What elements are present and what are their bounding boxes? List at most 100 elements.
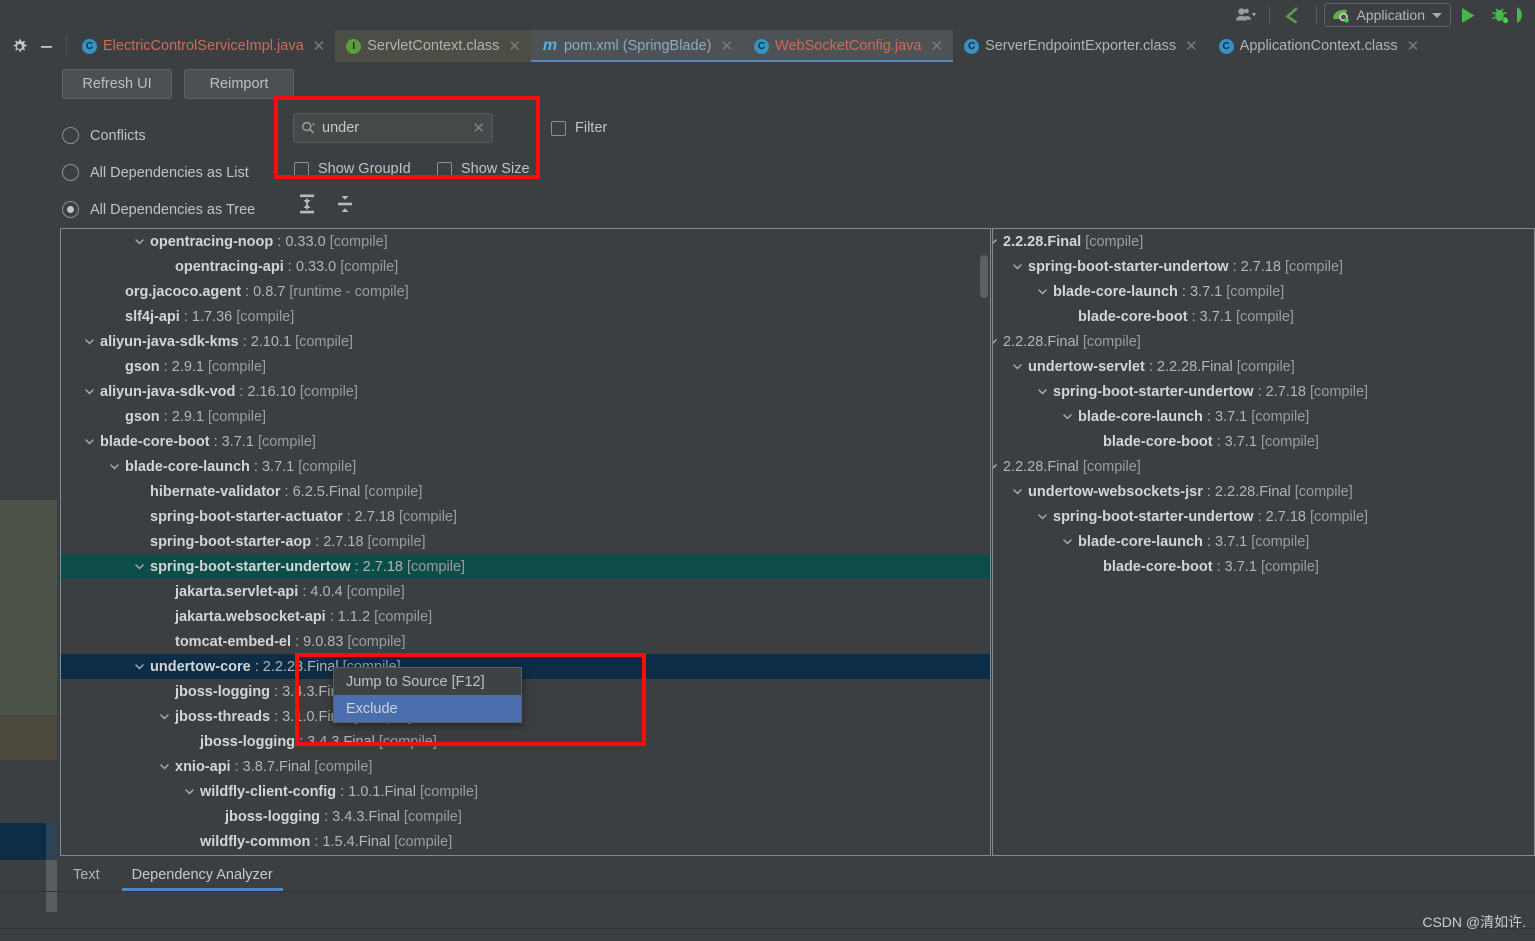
filter-checkbox[interactable]: Filter bbox=[551, 120, 607, 136]
chevron-down-icon[interactable] bbox=[109, 461, 120, 472]
editor-tab-3[interactable]: CWebSocketConfig.java✕ bbox=[743, 30, 953, 62]
show-size-checkbox[interactable]: Show Size bbox=[437, 161, 530, 177]
tree-row[interactable]: aliyun-java-sdk-vod : 2.16.10 [compile] bbox=[61, 379, 990, 404]
chevron-down-icon[interactable] bbox=[84, 336, 95, 347]
minimize-icon[interactable] bbox=[33, 34, 60, 58]
tree-row[interactable]: org.jacoco.agent : 0.8.7 [runtime - comp… bbox=[61, 279, 990, 304]
user-profile-icon[interactable] bbox=[1230, 3, 1262, 27]
chevron-down-icon[interactable] bbox=[84, 436, 95, 447]
tree-row[interactable]: undertow-core : 2.2.28.Final [compile] bbox=[61, 654, 990, 679]
navigate-back-icon[interactable] bbox=[1277, 3, 1309, 27]
tree-row[interactable]: xnio-api : 3.8.7.Final [compile] bbox=[61, 754, 990, 779]
tree-row[interactable]: jakarta.servlet-api : 4.0.4 [compile] bbox=[61, 579, 990, 604]
tree-row[interactable]: blade-core-launch : 3.7.1 [compile] bbox=[993, 529, 1534, 554]
context-menu-item-1[interactable]: Exclude bbox=[334, 695, 521, 722]
editor-tab-0[interactable]: CElectricControlServiceImpl.java✕ bbox=[71, 30, 335, 62]
show-groupid-checkbox[interactable]: Show GroupId bbox=[294, 161, 411, 177]
tree-row[interactable]: spring-boot-starter-undertow : 2.7.18 [c… bbox=[993, 504, 1534, 529]
chevron-down-icon[interactable] bbox=[993, 336, 998, 347]
chevron-down-icon[interactable] bbox=[1012, 261, 1023, 272]
tree-row[interactable]: spring-boot-starter-undertow : 2.7.18 [c… bbox=[61, 554, 990, 579]
tree-row[interactable]: blade-core-boot : 3.7.1 [compile] bbox=[993, 554, 1534, 579]
expand-all-icon[interactable] bbox=[297, 193, 317, 215]
tree-row[interactable]: jboss-logging : 3.4.3.Final [compile] bbox=[61, 804, 990, 829]
context-menu-item-0[interactable]: Jump to Source [F12] bbox=[334, 668, 521, 695]
chevron-down-icon[interactable] bbox=[134, 236, 145, 247]
chevron-down-icon[interactable] bbox=[1037, 386, 1048, 397]
bottom-tab-dependency-analyzer[interactable]: Dependency Analyzer bbox=[116, 867, 289, 891]
tree-row[interactable]: gson : 2.9.1 [compile] bbox=[61, 354, 990, 379]
more-actions-icon[interactable] bbox=[1515, 3, 1529, 27]
tree-row[interactable]: undertow-websockets-jsr : 2.2.28.Final [… bbox=[993, 479, 1534, 504]
tree-row[interactable]: 2.2.28.Final [compile] bbox=[993, 454, 1534, 479]
chevron-down-icon[interactable] bbox=[1012, 361, 1023, 372]
editor-tab-4[interactable]: CServerEndpointExporter.class✕ bbox=[953, 30, 1208, 62]
chevron-down-icon[interactable] bbox=[159, 711, 170, 722]
reimport-button[interactable]: Reimport bbox=[184, 69, 294, 99]
close-icon[interactable]: ✕ bbox=[1185, 37, 1198, 55]
tree-row[interactable]: blade-core-boot : 3.7.1 [compile] bbox=[993, 304, 1534, 329]
chevron-down-icon[interactable] bbox=[1012, 486, 1023, 497]
editor-scrollbar-thumb[interactable] bbox=[46, 860, 57, 912]
chevron-down-icon[interactable] bbox=[134, 661, 145, 672]
tree-row[interactable]: 2.2.28.Final [compile] bbox=[993, 229, 1534, 254]
clear-icon[interactable]: ✕ bbox=[472, 119, 485, 137]
left-tree-scrollbar-thumb[interactable] bbox=[980, 255, 988, 298]
run-play-icon[interactable] bbox=[1451, 3, 1485, 27]
tree-row[interactable]: blade-core-boot : 3.7.1 [compile] bbox=[993, 429, 1534, 454]
close-icon[interactable]: ✕ bbox=[508, 37, 521, 55]
tree-row[interactable]: wildfly-common : 1.5.4.Final [compile] bbox=[61, 829, 990, 854]
chevron-down-icon[interactable] bbox=[1037, 511, 1048, 522]
tree-row[interactable]: spring-boot-starter-undertow : 2.7.18 [c… bbox=[993, 254, 1534, 279]
tree-row[interactable]: wildfly-client-config : 1.0.1.Final [com… bbox=[61, 779, 990, 804]
tree-row[interactable]: jakarta.websocket-api : 1.1.2 [compile] bbox=[61, 604, 990, 629]
tree-row[interactable]: 2.2.28.Final [compile] bbox=[993, 329, 1534, 354]
tree-row[interactable]: spring-boot-starter-undertow : 2.7.18 [c… bbox=[993, 379, 1534, 404]
tree-row[interactable]: spring-boot-starter-actuator : 2.7.18 [c… bbox=[61, 504, 990, 529]
tree-context-menu[interactable]: Jump to Source [F12]Exclude bbox=[333, 667, 522, 723]
tree-row[interactable]: spring-boot-starter-aop : 2.7.18 [compil… bbox=[61, 529, 990, 554]
bottom-tab-text[interactable]: Text bbox=[57, 867, 116, 891]
tree-row[interactable]: jboss-logging : 3.4.3.Final [compile] bbox=[61, 679, 990, 704]
chevron-down-icon[interactable] bbox=[134, 561, 145, 572]
run-configuration-selector[interactable]: Application bbox=[1324, 3, 1452, 27]
refresh-ui-button[interactable]: Refresh UI bbox=[62, 69, 172, 99]
close-icon[interactable]: ✕ bbox=[313, 37, 326, 55]
close-icon[interactable]: ✕ bbox=[1407, 37, 1420, 55]
debug-bug-icon[interactable] bbox=[1485, 3, 1515, 27]
tree-row[interactable]: jboss-threads : 3.1.0.Final [compile] bbox=[61, 704, 990, 729]
tree-row[interactable]: undertow-servlet : 2.2.28.Final [compile… bbox=[993, 354, 1534, 379]
tree-row[interactable]: opentracing-noop : 0.33.0 [compile] bbox=[61, 229, 990, 254]
chevron-down-icon[interactable] bbox=[1062, 411, 1073, 422]
chevron-down-icon[interactable] bbox=[84, 386, 95, 397]
chevron-down-icon[interactable] bbox=[159, 761, 170, 772]
tree-row[interactable]: blade-core-launch : 3.7.1 [compile] bbox=[993, 279, 1534, 304]
editor-tab-2[interactable]: mpom.xml (SpringBlade)✕ bbox=[531, 30, 743, 62]
tree-row[interactable]: tomcat-embed-el : 9.0.83 [compile] bbox=[61, 629, 990, 654]
editor-tab-5[interactable]: CApplicationContext.class✕ bbox=[1208, 30, 1430, 62]
tree-row[interactable]: slf4j-api : 1.7.36 [compile] bbox=[61, 304, 990, 329]
dependency-tree-left[interactable]: opentracing-noop : 0.33.0 [compile]opent… bbox=[60, 228, 991, 856]
close-icon[interactable]: ✕ bbox=[720, 37, 733, 55]
tree-row[interactable]: blade-core-launch : 3.7.1 [compile] bbox=[993, 404, 1534, 429]
tree-row[interactable]: blade-core-boot : 3.7.1 [compile] bbox=[61, 429, 990, 454]
close-icon[interactable]: ✕ bbox=[930, 37, 943, 55]
chevron-down-icon[interactable] bbox=[1037, 286, 1048, 297]
tree-row[interactable]: jboss-logging : 3.4.3.Final [compile] bbox=[61, 729, 990, 754]
chevron-down-icon[interactable] bbox=[1062, 536, 1073, 547]
chevron-down-icon[interactable] bbox=[993, 461, 998, 472]
view-mode-option-0[interactable]: Conflicts bbox=[62, 117, 255, 154]
editor-tab-1[interactable]: IServletContext.class✕ bbox=[335, 30, 531, 62]
view-mode-option-2[interactable]: All Dependencies as Tree bbox=[62, 191, 255, 228]
tree-row[interactable]: gson : 2.9.1 [compile] bbox=[61, 404, 990, 429]
collapse-all-icon[interactable] bbox=[335, 193, 355, 215]
view-mode-option-1[interactable]: All Dependencies as List bbox=[62, 154, 255, 191]
dependency-tree-right[interactable]: 2.2.28.Final [compile]spring-boot-starte… bbox=[992, 228, 1535, 856]
chevron-down-icon[interactable] bbox=[993, 236, 998, 247]
tree-row[interactable]: hibernate-validator : 6.2.5.Final [compi… bbox=[61, 479, 990, 504]
tree-row[interactable]: opentracing-api : 0.33.0 [compile] bbox=[61, 254, 990, 279]
tree-row[interactable]: aliyun-java-sdk-kms : 2.10.1 [compile] bbox=[61, 329, 990, 354]
tree-row[interactable]: blade-core-launch : 3.7.1 [compile] bbox=[61, 454, 990, 479]
gear-icon[interactable] bbox=[6, 34, 33, 58]
search-input[interactable]: under ✕ bbox=[293, 113, 493, 143]
